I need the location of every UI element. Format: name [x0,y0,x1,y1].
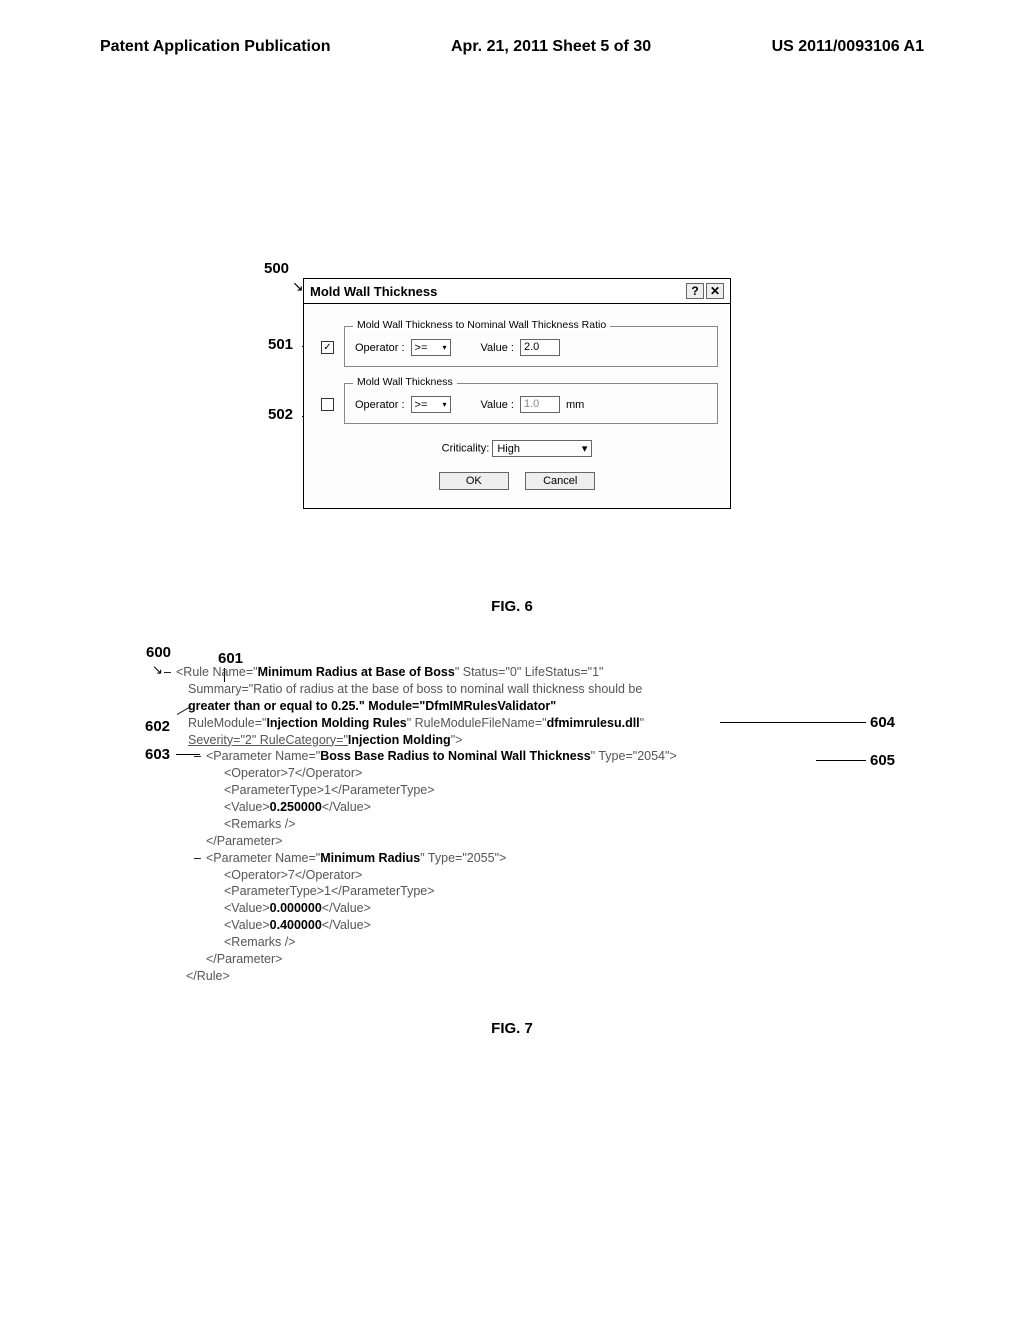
ref-500: 500 [264,260,289,277]
ratio-checkbox[interactable]: ✓ [321,341,334,354]
xml-text: </Value> [322,901,371,915]
xml-text: RuleModule=" [188,716,266,730]
thickness-value-input[interactable]: 1.0 [520,396,560,413]
chevron-down-icon: ▾ [443,400,447,409]
criticality-select[interactable]: High ▾ [492,440,592,457]
dialog-title: Mold Wall Thickness [310,284,437,299]
xml-text: <Operator>7</Operator> [224,868,362,882]
xml-value: 0.000000 [270,901,322,915]
xml-text: " Type="2054"> [591,749,677,763]
xml-text: greater than or equal to 0.25." Module="… [188,699,556,713]
dialog-titlebar: Mold Wall Thickness ? ✕ [303,278,731,304]
ref-600: 600 [146,644,171,661]
xml-text: <Parameter Name=" [206,851,320,865]
chevron-down-icon: ▾ [582,442,588,455]
criticality-label: Criticality: [442,443,490,455]
operator-label: Operator : [355,399,405,411]
xml-text: </Value> [322,918,371,932]
xml-text: "> [451,733,463,747]
xml-text: <Operator>7</Operator> [224,766,362,780]
xml-text: <Rule Name=" [176,665,258,679]
xml-text: " Status="0" LifeStatus="1" [455,665,604,679]
xml-text: <Value> [224,918,270,932]
xml-text: <Value> [224,901,270,915]
xml-rule-file: dfmimrulesu.dll [547,716,640,730]
xml-value: 0.400000 [270,918,322,932]
close-button[interactable]: ✕ [706,283,724,299]
criticality-row: Criticality: High ▾ [316,440,718,457]
xml-text: </Rule> [186,969,230,983]
figure-6-caption: FIG. 6 [0,598,1024,615]
xml-text: " Type="2055"> [420,851,506,865]
ok-button[interactable]: OK [439,472,509,490]
titlebar-buttons: ? ✕ [686,283,724,299]
ref-501: 501 [268,336,293,353]
xml-rule-block: –<Rule Name="Minimum Radius at Base of B… [146,664,906,985]
xml-text: <Remarks /> [224,817,296,831]
xml-text: Severity="2" RuleCategory=" [188,733,348,747]
operator-value: >= [415,399,428,411]
xml-text: </Parameter> [206,952,282,966]
xml-param-name: Minimum Radius [320,851,420,865]
unit-label: mm [566,399,584,411]
xml-text: <Value> [224,800,270,814]
ref-500-arrow-icon: ↘ [292,278,304,295]
cancel-button[interactable]: Cancel [525,472,595,490]
xml-text: </Parameter> [206,834,282,848]
thickness-checkbox[interactable] [321,398,334,411]
publication-label: Patent Application Publication [100,38,331,56]
xml-text: " RuleModuleFileName=" [407,716,547,730]
dialog-buttons: OK Cancel [316,471,718,490]
xml-text: <Parameter Name=" [206,749,320,763]
xml-param-name: Boss Base Radius to Nominal Wall Thickne… [320,749,590,763]
operator-select[interactable]: >= ▾ [411,339,451,356]
criticality-value: High [497,443,520,455]
xml-text: " [640,716,644,730]
operator-select[interactable]: >= ▾ [411,396,451,413]
dialog-body: ✓ Mold Wall Thickness to Nominal Wall Th… [303,304,731,509]
thickness-group: Mold Wall Thickness Operator : >= ▾ Valu… [344,383,718,424]
figure-7-caption: FIG. 7 [0,1020,1024,1037]
mold-wall-thickness-dialog: Mold Wall Thickness ? ✕ ✓ Mold Wall Thic… [303,278,731,509]
value-label: Value : [481,342,514,354]
chevron-down-icon: ▾ [443,343,447,352]
ratio-legend: Mold Wall Thickness to Nominal Wall Thic… [353,319,610,331]
xml-rule-name: Minimum Radius at Base of Boss [258,665,455,679]
xml-text: <ParameterType>1</ParameterType> [224,884,435,898]
ratio-value-input[interactable]: 2.0 [520,339,560,356]
value-label: Value : [481,399,514,411]
ref-502: 502 [268,406,293,423]
xml-rule-category: Injection Molding [348,733,451,747]
sheet-label: Apr. 21, 2011 Sheet 5 of 30 [451,38,651,56]
xml-text: <Remarks /> [224,935,296,949]
page-header: Patent Application Publication Apr. 21, … [0,38,1024,56]
xml-text: </Value> [322,800,371,814]
help-button[interactable]: ? [686,283,704,299]
operator-value: >= [415,342,428,354]
xml-rule-module: Injection Molding Rules [266,716,406,730]
operator-label: Operator : [355,342,405,354]
xml-text: <ParameterType>1</ParameterType> [224,783,435,797]
patent-number: US 2011/0093106 A1 [772,38,924,56]
thickness-legend: Mold Wall Thickness [353,376,457,388]
ratio-group: ✓ Mold Wall Thickness to Nominal Wall Th… [344,326,718,367]
xml-text: Summary="Ratio of radius at the base of … [188,682,642,696]
xml-value: 0.250000 [270,800,322,814]
